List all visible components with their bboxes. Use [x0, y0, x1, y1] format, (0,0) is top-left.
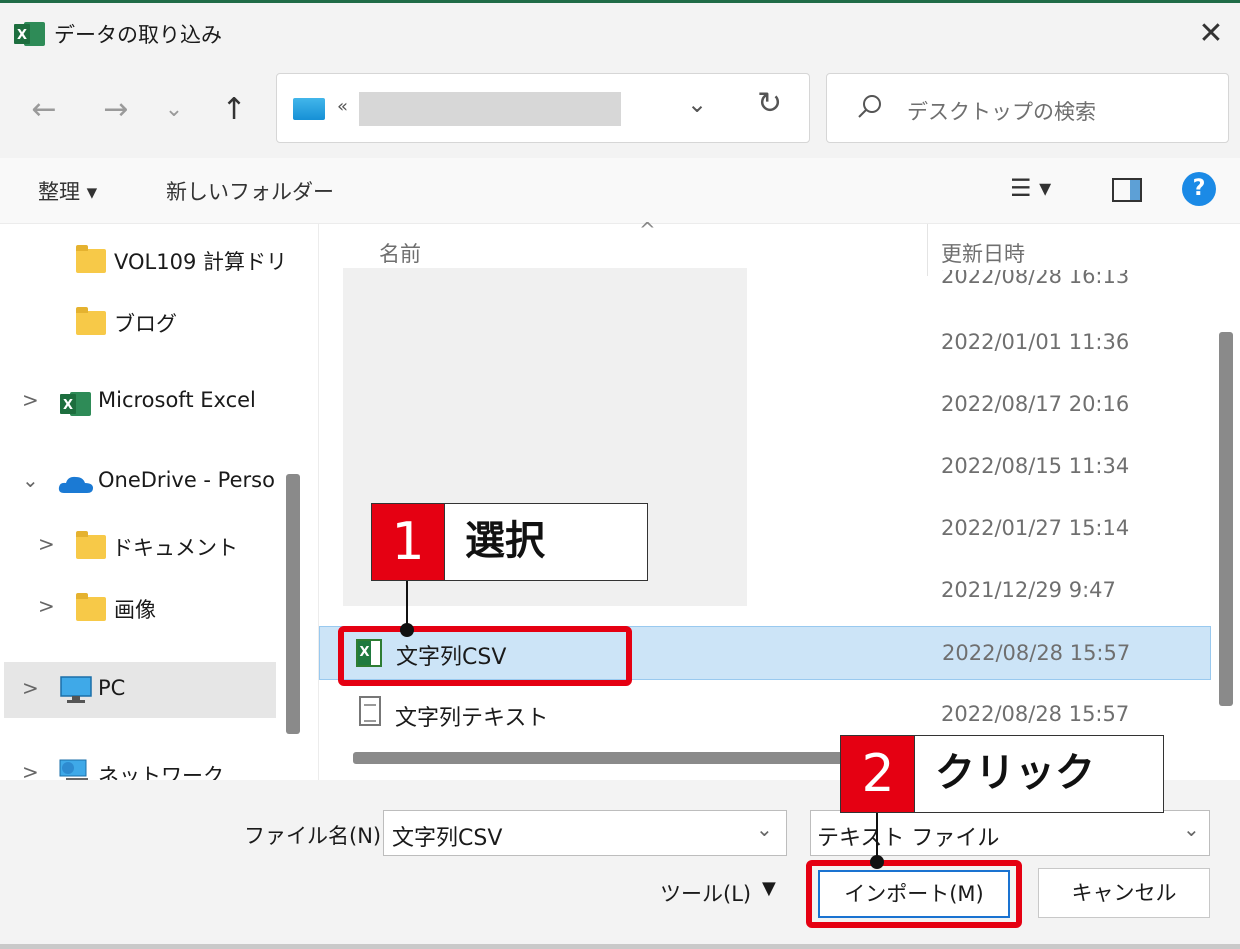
command-bar: 整理 ▾ 新しいフォルダー ☰ ▾ ? — [0, 158, 1240, 224]
sidebar-item-label: ドキュメント — [112, 536, 238, 560]
sort-indicator-icon: ^ — [639, 218, 656, 242]
sidebar-item-label: ブログ — [114, 312, 177, 336]
filename-input[interactable]: 文字列CSV ⌄ — [383, 810, 787, 856]
filename-value: 文字列CSV — [392, 826, 503, 851]
column-divider[interactable] — [927, 224, 928, 276]
chevron-right-icon[interactable]: > — [22, 760, 39, 780]
sidebar-item-blog[interactable]: ブログ — [0, 298, 276, 348]
chevron-down-icon[interactable]: ⌄ — [1183, 817, 1200, 841]
cloud-icon — [58, 476, 93, 493]
network-icon — [59, 759, 88, 780]
tools-button[interactable]: ツール(L) — [660, 878, 751, 908]
horizontal-scrollbar[interactable] — [353, 752, 873, 764]
title-bar: X データの取り込み ✕ — [0, 0, 1240, 62]
date-cell: 2022/01/01 11:36 — [941, 330, 1130, 354]
sidebar-item-label: Microsoft Excel — [98, 388, 256, 412]
leader-dot-2 — [870, 855, 884, 869]
forward-button[interactable]: → — [96, 90, 136, 130]
sidebar-item-label: VOL109 計算ドリ — [114, 250, 287, 274]
sidebar-item-label: ネットワーク — [98, 764, 224, 780]
organize-button[interactable]: 整理 ▾ — [38, 176, 97, 206]
excel-icon: X — [60, 392, 91, 416]
search-input[interactable]: デスクトップの検索 — [826, 73, 1229, 143]
column-header-date[interactable]: 更新日時 — [941, 238, 1025, 268]
filetype-value: テキスト ファイル — [817, 826, 1000, 851]
date-cell: 2022/08/28 15:57 — [941, 702, 1130, 726]
sidebar-scrollbar[interactable] — [286, 474, 300, 734]
file-row-text[interactable]: 文字列テキスト 2022/08/28 15:57 — [319, 688, 1211, 742]
folder-icon — [76, 531, 106, 559]
highlight-frame-csv — [338, 626, 632, 686]
breadcrumb-overflow[interactable]: « — [337, 96, 348, 117]
folder-icon — [76, 593, 106, 621]
step-number-1: 1 — [371, 503, 445, 581]
folder-icon — [76, 307, 106, 335]
address-path-redacted — [359, 92, 621, 126]
chevron-down-icon[interactable]: ⌄ — [22, 468, 39, 492]
chevron-down-icon[interactable]: ⌄ — [756, 817, 773, 841]
chevron-down-icon[interactable]: ⌄ — [687, 90, 707, 118]
sidebar-item-pictures[interactable]: > 画像 — [0, 584, 276, 634]
filetype-select[interactable]: テキスト ファイル ⌄ — [810, 810, 1210, 856]
chevron-right-icon[interactable]: > — [38, 532, 55, 556]
step-label-2: クリック — [914, 735, 1164, 813]
sidebar-item-vol109[interactable]: VOL109 計算ドリ — [0, 236, 287, 286]
sidebar-item-network[interactable]: > ネットワーク — [0, 750, 276, 780]
sidebar-item-pc[interactable]: > PC — [4, 662, 276, 718]
window-title: データの取り込み — [54, 23, 222, 47]
preview-pane-icon[interactable] — [1112, 178, 1142, 202]
chevron-right-icon[interactable]: > — [22, 388, 39, 412]
filename-label: ファイル名(N): — [244, 824, 389, 848]
window-bottom-edge — [0, 944, 1240, 949]
sidebar-item-label: PC — [98, 676, 126, 700]
monitor-icon — [60, 676, 92, 703]
folder-icon — [76, 245, 106, 273]
sidebar-item-label: OneDrive - Perso — [98, 468, 275, 492]
chevron-right-icon[interactable]: > — [38, 594, 55, 618]
date-cell: 2022/08/17 20:16 — [941, 392, 1130, 416]
sidebar-item-label: 画像 — [114, 598, 156, 622]
column-header-name[interactable]: 名前 — [379, 238, 421, 268]
excel-app-icon: X — [14, 22, 45, 46]
address-bar[interactable]: « ⌄ ↻ — [276, 73, 810, 143]
chevron-right-icon[interactable]: > — [22, 676, 39, 700]
text-file-icon — [359, 696, 381, 726]
date-cell: 2022/08/28 16:13 — [941, 270, 1130, 288]
date-cell: 2021/12/29 9:47 — [941, 578, 1116, 602]
navigation-pane: VOL109 計算ドリ ブログ > X Microsoft Excel ⌄ On… — [0, 224, 318, 780]
leader-dot-1 — [400, 623, 414, 637]
file-name: 文字列テキスト — [395, 706, 549, 731]
refresh-icon[interactable]: ↻ — [757, 86, 782, 121]
close-button[interactable]: ✕ — [1186, 13, 1236, 55]
navigation-bar: ← → ⌄ ↑ « ⌄ ↻ デスクトップの検索 — [0, 62, 1240, 158]
sidebar-item-documents[interactable]: > ドキュメント — [0, 522, 276, 572]
help-icon[interactable]: ? — [1182, 172, 1216, 206]
vertical-scrollbar[interactable] — [1219, 332, 1233, 706]
desktop-icon — [293, 98, 325, 120]
back-button[interactable]: ← — [24, 90, 64, 130]
search-icon — [858, 95, 881, 118]
svg-text:X: X — [17, 28, 27, 43]
step-label-1: 選択 — [444, 503, 648, 581]
date-cell: 2022/01/27 15:14 — [941, 516, 1130, 540]
sidebar-item-onedrive[interactable]: ⌄ OneDrive - Perso — [0, 458, 276, 508]
file-list: ^ 名前 更新日時 2022/08/28 16:13 2022/01/01 11… — [318, 218, 1240, 780]
svg-text:X: X — [63, 398, 73, 413]
cancel-button[interactable]: キャンセル — [1038, 868, 1210, 918]
date-cell: 2022/08/28 15:57 — [942, 641, 1131, 665]
view-options-button[interactable]: ☰ ▾ — [1010, 174, 1051, 202]
step-number-2: 2 — [840, 735, 916, 813]
highlight-frame-import — [806, 860, 1022, 928]
up-folder-button[interactable]: ↑ — [214, 90, 254, 130]
tools-dropdown-icon[interactable]: ▼ — [762, 878, 776, 899]
new-folder-button[interactable]: 新しいフォルダー — [166, 176, 334, 206]
recent-locations-button[interactable]: ⌄ — [154, 90, 194, 130]
date-cell: 2022/08/15 11:34 — [941, 454, 1130, 478]
sidebar-item-microsoft-excel[interactable]: > X Microsoft Excel — [0, 378, 276, 428]
search-placeholder: デスクトップの検索 — [907, 100, 1096, 124]
